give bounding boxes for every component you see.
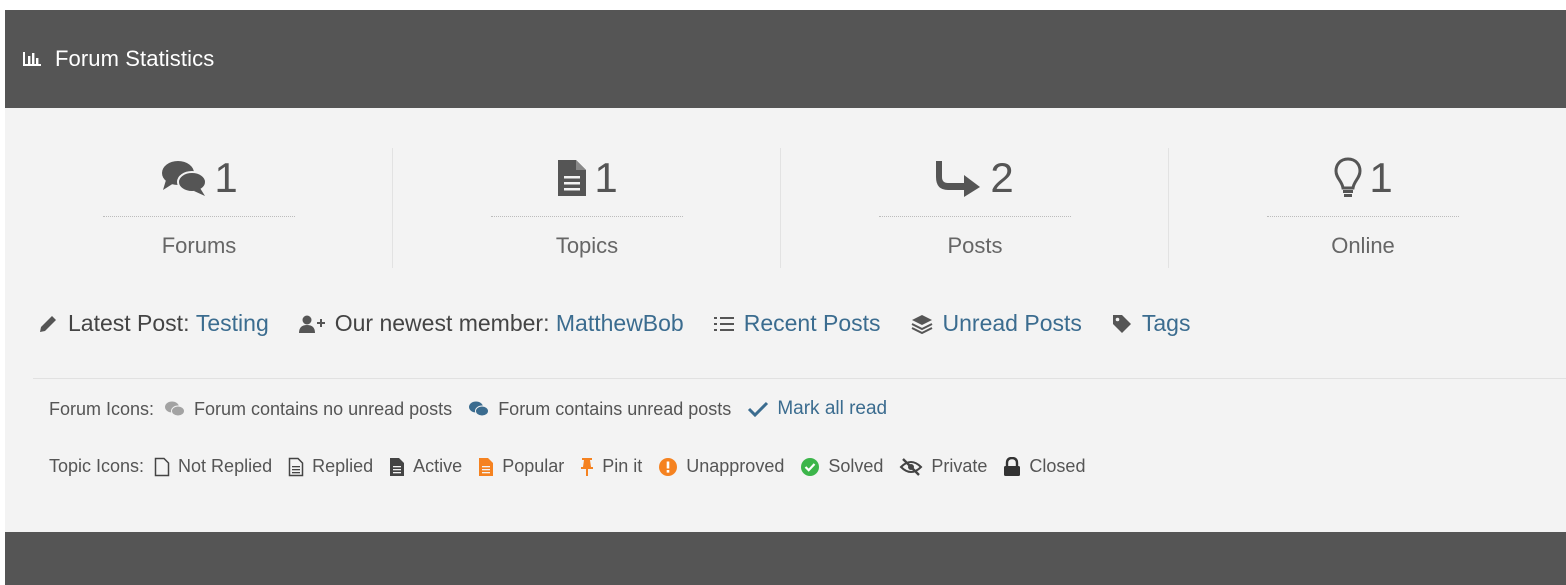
user-plus-icon: [298, 314, 325, 334]
comments-blue-icon: [468, 400, 490, 418]
stat-online: 1 Online: [1169, 108, 1557, 283]
tag-icon: [1112, 314, 1132, 334]
legend-label: Replied: [312, 456, 374, 476]
file-outline-icon: [154, 457, 170, 477]
reply-arrow-icon: [936, 159, 984, 197]
check-icon: [747, 400, 769, 418]
stat-label: Online: [1331, 233, 1395, 258]
legend-label: Closed: [1029, 456, 1086, 476]
latest-post-link[interactable]: Testing: [196, 310, 269, 337]
legend-label: Solved: [828, 456, 884, 476]
unread-posts-label: Unread Posts: [942, 310, 1082, 336]
recent-posts-label: Recent Posts: [743, 310, 881, 336]
stat-divider: [879, 216, 1071, 217]
topic-icons-heading: Topic Icons:: [49, 456, 145, 476]
section-divider: [33, 378, 1566, 379]
panel-title: Forum Statistics: [55, 46, 215, 71]
newest-member-label: Our newest member:: [334, 310, 550, 336]
panel-footer: [5, 532, 1566, 585]
mark-all-read-link[interactable]: Mark all read: [747, 398, 887, 420]
legend-pin-it: Pin it: [580, 456, 642, 477]
legend-active: Active: [389, 456, 462, 477]
legend-solved: Solved: [800, 456, 883, 477]
legend-no-unread: Forum contains no unread posts: [164, 399, 452, 420]
list-icon: [713, 315, 734, 333]
exclamation-circle-icon: [658, 457, 678, 477]
bar-chart-icon: [22, 50, 42, 68]
stat-label: Posts: [947, 233, 1003, 258]
stat-divider: [1267, 216, 1459, 217]
info-bar: Latest Post: Testing Our newest member: …: [38, 310, 1220, 337]
legend-label: Active: [413, 456, 463, 476]
latest-post: Latest Post: Testing: [38, 310, 269, 337]
legend-no-unread-label: Forum contains no unread posts: [194, 398, 453, 419]
forum-icons-heading: Forum Icons:: [49, 398, 155, 419]
legend-unapproved: Unapproved: [658, 456, 784, 477]
stat-topics: 1 Topics: [393, 108, 781, 283]
file-icon: [556, 158, 588, 198]
legend-closed: Closed: [1003, 456, 1085, 477]
latest-post-label: Latest Post:: [68, 310, 190, 336]
stat-value: 1: [1369, 154, 1393, 201]
lock-icon: [1003, 456, 1021, 477]
file-text-orange-icon: [478, 457, 494, 477]
stat-forums: 1 Forums: [5, 108, 393, 283]
pencil-icon: [38, 314, 58, 334]
recent-posts-link[interactable]: Recent Posts: [713, 310, 881, 337]
unread-posts-link[interactable]: Unread Posts: [911, 310, 1082, 337]
thumbtack-icon: [580, 457, 594, 477]
newest-member-link[interactable]: MatthewBob: [556, 310, 684, 337]
mark-all-read-label: Mark all read: [777, 398, 888, 419]
legend-label: Private: [931, 456, 988, 476]
tags-label: Tags: [1141, 310, 1191, 336]
comments-icon: [160, 158, 208, 198]
legend-label: Not Replied: [178, 456, 273, 476]
legend-unread: Forum contains unread posts: [468, 399, 731, 420]
check-circle-icon: [800, 457, 820, 477]
legend-label: Pin it: [602, 456, 643, 476]
stats-row: 1 Forums 1 Topics 2 Posts 1 Online: [5, 108, 1566, 283]
stat-label: Forums: [161, 233, 237, 258]
stat-label: Topics: [555, 233, 619, 258]
comments-gray-icon: [164, 400, 186, 418]
file-text-icon: [389, 457, 405, 477]
stat-divider: [103, 216, 295, 217]
topic-icons-legend: Topic Icons: Not Replied Replied Active …: [49, 456, 1101, 477]
forum-icons-legend: Forum Icons: Forum contains no unread po…: [49, 398, 903, 420]
newest-member: Our newest member: MatthewBob: [298, 310, 684, 337]
stat-divider: [491, 216, 683, 217]
legend-private: Private: [899, 456, 987, 477]
legend-replied: Replied: [288, 456, 373, 477]
legend-not-replied: Not Replied: [154, 456, 272, 477]
layers-icon: [911, 314, 933, 334]
eye-slash-icon: [899, 457, 923, 477]
panel-header: Forum Statistics: [5, 10, 1566, 108]
tags-link[interactable]: Tags: [1112, 310, 1191, 337]
legend-label: Unapproved: [686, 456, 785, 476]
lightbulb-icon: [1333, 156, 1363, 200]
forum-statistics-panel: Forum Statistics 1 Forums 1 Topics 2 Pos…: [5, 10, 1566, 585]
stat-value: 1: [594, 154, 618, 201]
legend-label: Popular: [502, 456, 565, 476]
stat-posts: 2 Posts: [781, 108, 1169, 283]
legend-popular: Popular: [478, 456, 564, 477]
file-text-outline-icon: [288, 457, 304, 477]
stat-value: 1: [214, 154, 238, 201]
legend-unread-label: Forum contains unread posts: [498, 398, 732, 419]
stat-value: 2: [990, 154, 1014, 201]
